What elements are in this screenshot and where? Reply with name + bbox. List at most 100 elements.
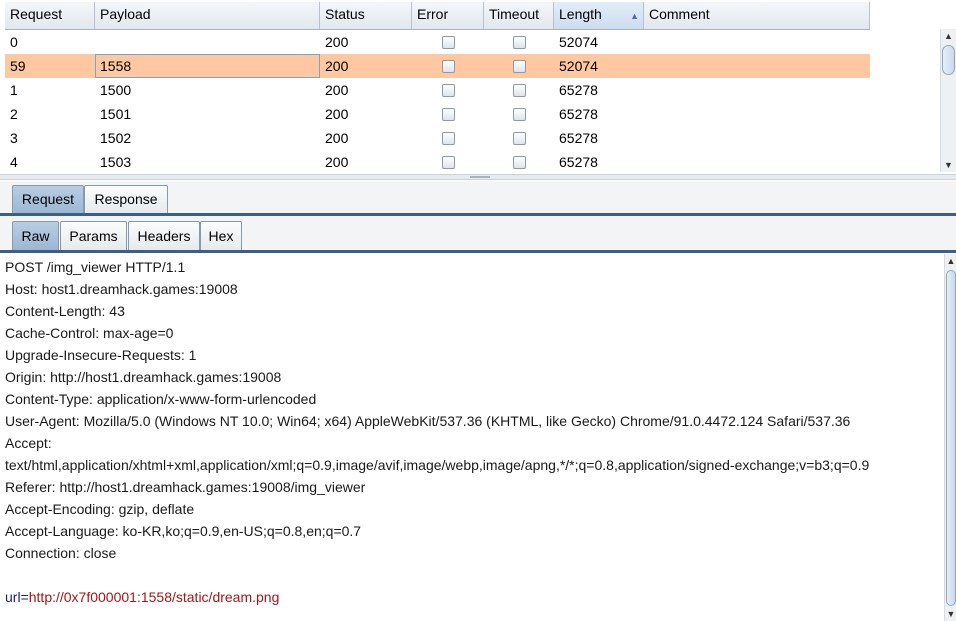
cell-error: [412, 78, 484, 102]
column-header-error[interactable]: Error: [412, 2, 484, 29]
cell-status: 200: [325, 130, 349, 146]
cell-length: 65278: [559, 154, 598, 170]
cell-error: [412, 54, 484, 78]
cell-length: 65278: [559, 106, 598, 122]
panel-splitter[interactable]: [0, 174, 956, 180]
table-vertical-scrollbar[interactable]: ▲ ▼: [940, 29, 956, 172]
cell-request: 3: [10, 130, 18, 146]
table-row[interactable]: 1 1500 200 65278: [5, 78, 870, 102]
request-body-line: url=http://0x7f000001:1558/static/dream.…: [5, 589, 279, 605]
cell-payload: 1500: [100, 82, 132, 98]
cell-payload: [95, 30, 320, 54]
timeout-checkbox[interactable]: [512, 131, 526, 145]
sort-ascending-icon: ▲: [630, 11, 639, 21]
tab-hex[interactable]: Hex: [200, 221, 242, 250]
scroll-down-arrow-icon[interactable]: ▼: [941, 158, 956, 172]
cell-length: 52074: [559, 58, 598, 74]
cell-error: [412, 102, 484, 126]
timeout-checkbox[interactable]: [512, 35, 526, 49]
cell-payload-focused: 1558: [95, 54, 320, 78]
body-param-value: http://0x7f000001:1558/static/dream.png: [28, 589, 280, 605]
request-response-tabs: Request Response: [0, 181, 956, 218]
timeout-checkbox[interactable]: [512, 107, 526, 121]
error-checkbox[interactable]: [441, 83, 455, 97]
error-checkbox[interactable]: [441, 131, 455, 145]
cell-request: 59: [10, 58, 26, 74]
table-row[interactable]: 3 1502 200 65278: [5, 126, 870, 150]
header-line: Referer: http://host1.dreamhack.games:19…: [5, 479, 366, 495]
header-line: Accept:: [5, 435, 52, 451]
cell-comment[interactable]: [644, 150, 870, 174]
cell-comment[interactable]: [644, 54, 870, 78]
table-row[interactable]: 0 200 52074: [5, 30, 870, 54]
cell-request: 4: [10, 154, 18, 170]
cell-payload: 1503: [100, 154, 132, 170]
tab-request[interactable]: Request: [12, 185, 84, 213]
cell-error: [412, 126, 484, 150]
scroll-up-arrow-icon[interactable]: ▲: [945, 254, 956, 268]
cell-request: 2: [10, 106, 18, 122]
table-row[interactable]: 4 1503 200 65278: [5, 150, 870, 174]
header-line: User-Agent: Mozilla/5.0 (Windows NT 10.0…: [5, 413, 851, 429]
tab-divider: [0, 213, 956, 216]
cell-comment[interactable]: [644, 126, 870, 150]
body-param-equals: =: [20, 589, 29, 605]
scroll-down-arrow-icon[interactable]: ▼: [945, 607, 956, 621]
tab-raw[interactable]: Raw: [12, 221, 59, 250]
column-header-payload[interactable]: Payload: [95, 2, 320, 29]
header-line: Origin: http://host1.dreamhack.games:190…: [5, 369, 282, 385]
cell-timeout: [484, 126, 554, 150]
cell-comment[interactable]: [644, 102, 870, 126]
header-line: Cache-Control: max-age=0: [5, 325, 174, 341]
column-header-length[interactable]: Length ▲: [554, 2, 644, 29]
table-row[interactable]: 2 1501 200 65278: [5, 102, 870, 126]
body-param-name: url: [5, 589, 21, 605]
cell-length: 65278: [559, 82, 598, 98]
cell-comment[interactable]: [644, 78, 870, 102]
results-table: Request Payload Status Error Timeout Len…: [5, 2, 870, 174]
cell-length: 65278: [559, 130, 598, 146]
error-checkbox[interactable]: [441, 155, 455, 169]
tab-headers[interactable]: Headers: [128, 221, 200, 250]
cell-timeout: [484, 78, 554, 102]
cell-payload: 1501: [100, 106, 132, 122]
cell-status: 200: [325, 82, 349, 98]
tab-response[interactable]: Response: [84, 185, 168, 213]
cell-error: [412, 30, 484, 54]
column-header-status[interactable]: Status: [320, 2, 412, 29]
cell-status: 200: [325, 154, 349, 170]
header-line: Host: host1.dreamhack.games:19008: [5, 281, 238, 297]
cell-length: 52074: [559, 34, 598, 50]
results-panel: Request Payload Status Error Timeout Len…: [0, 0, 956, 174]
column-header-timeout[interactable]: Timeout: [484, 2, 554, 29]
table-scroll-thumb[interactable]: [942, 45, 955, 75]
error-checkbox[interactable]: [441, 59, 455, 73]
table-row-selected[interactable]: 59 1558 200 52074: [5, 54, 870, 78]
timeout-checkbox[interactable]: [512, 83, 526, 97]
cell-request: 0: [10, 34, 18, 50]
header-line: Accept-Language: ko-KR,ko;q=0.9,en-US;q=…: [5, 523, 362, 539]
raw-request-editor[interactable]: POST /img_viewer HTTP/1.1 Host: host1.dr…: [0, 254, 944, 621]
column-header-request[interactable]: Request: [5, 2, 95, 29]
column-header-comment[interactable]: Comment: [644, 2, 870, 29]
tab-params[interactable]: Params: [60, 221, 127, 250]
scroll-up-arrow-icon[interactable]: ▲: [941, 29, 956, 43]
error-checkbox[interactable]: [441, 107, 455, 121]
editor-scroll-thumb[interactable]: [946, 270, 956, 606]
cell-error: [412, 150, 484, 174]
cell-status: 200: [325, 106, 349, 122]
header-line: Content-Length: 43: [5, 303, 125, 319]
cell-comment[interactable]: [644, 30, 870, 54]
timeout-checkbox[interactable]: [512, 59, 526, 73]
message-view-tabs: Raw Params Headers Hex: [0, 218, 956, 253]
request-line: POST /img_viewer HTTP/1.1: [5, 259, 186, 275]
cell-status: 200: [325, 58, 349, 74]
table-header: Request Payload Status Error Timeout Len…: [5, 2, 870, 30]
header-line: Content-Type: application/x-www-form-url…: [5, 391, 317, 407]
timeout-checkbox[interactable]: [512, 155, 526, 169]
editor-vertical-scrollbar[interactable]: ▲ ▼: [944, 254, 956, 621]
cell-timeout: [484, 54, 554, 78]
error-checkbox[interactable]: [441, 35, 455, 49]
splitter-grip-icon: [470, 176, 490, 178]
header-line: Upgrade-Insecure-Requests: 1: [5, 347, 197, 363]
